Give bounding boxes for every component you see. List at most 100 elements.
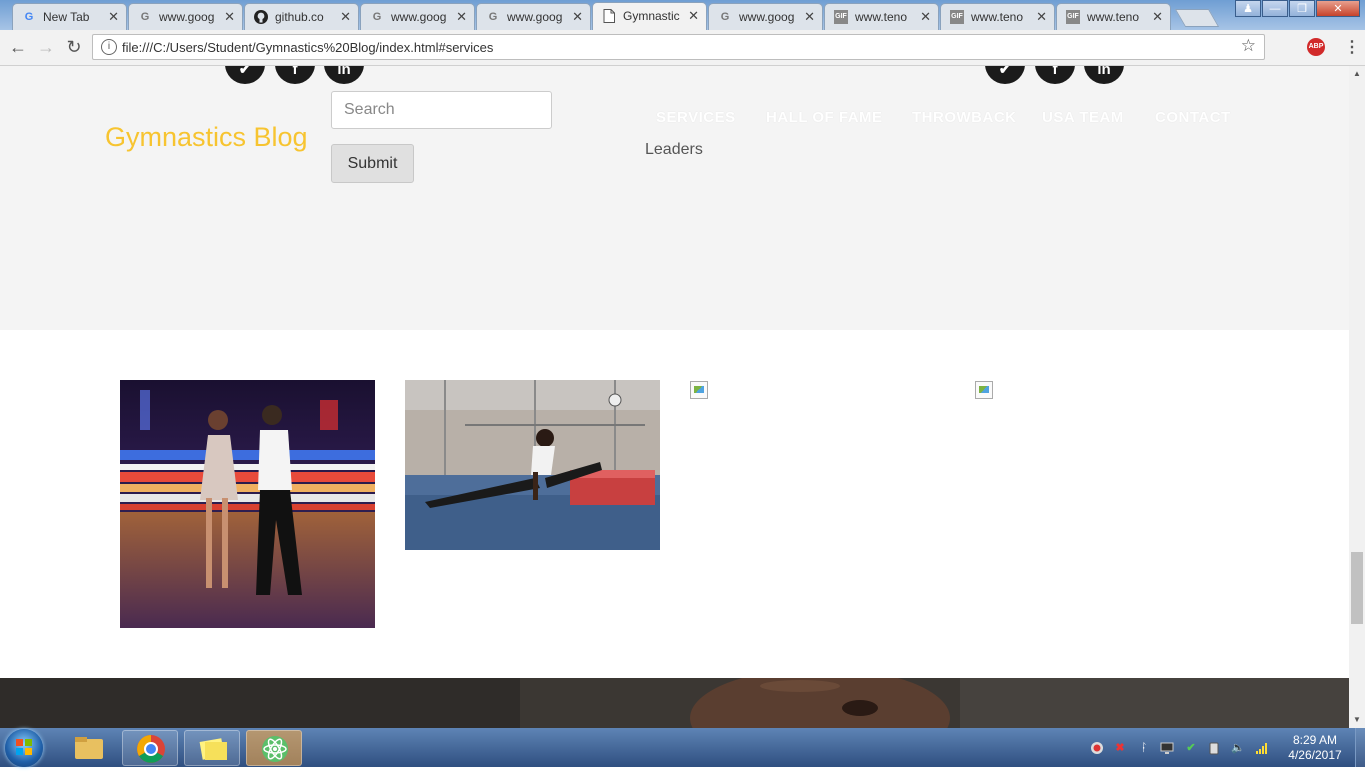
facebook-icon[interactable]: f [1035, 66, 1075, 84]
services-gallery [0, 330, 1349, 678]
bluetooth-icon[interactable]: ᛛ [1137, 741, 1151, 755]
usb-device-icon[interactable] [1207, 741, 1221, 755]
tab-title: github.co [275, 10, 324, 24]
monitor-icon[interactable] [1160, 741, 1174, 755]
close-tab-icon[interactable]: ✕ [108, 9, 119, 25]
facebook-icon[interactable]: f [275, 66, 315, 84]
tab-tenor-1[interactable]: GIF www.teno ✕ [824, 3, 939, 30]
google-icon: G [720, 11, 730, 23]
tab-google-1[interactable]: G www.goog ✕ [128, 3, 243, 30]
clock-date: 4/26/2017 [1288, 748, 1342, 762]
google-icon: G [24, 11, 34, 23]
info-icon[interactable]: i [101, 39, 117, 55]
linkedin-icon[interactable]: in [324, 66, 364, 84]
training-photo [405, 380, 660, 550]
nav-throwback[interactable]: THROWBACK [912, 109, 1016, 126]
google-icon: G [372, 11, 382, 23]
url-text[interactable]: file:///C:/Users/Student/Gymnastics%20Bl… [122, 40, 493, 55]
tab-title: www.goog [159, 10, 215, 24]
chrome-menu-icon[interactable]: ⋮ [1344, 37, 1360, 57]
google-icon: G [488, 11, 498, 23]
scroll-up-arrow-icon[interactable]: ▲ [1349, 66, 1365, 82]
forward-arrow-icon[interactable]: → [34, 36, 58, 58]
taskbar-atom[interactable] [246, 730, 302, 766]
tab-tenor-2[interactable]: GIF www.teno ✕ [940, 3, 1055, 30]
signal-icon[interactable] [1255, 741, 1269, 755]
taskbar-file-explorer[interactable] [60, 730, 116, 766]
twitter-icon[interactable]: ✔ [225, 66, 265, 84]
close-tab-icon[interactable]: ✕ [1152, 9, 1163, 25]
window-close-button[interactable]: ✕ [1316, 0, 1360, 17]
nav-leaders[interactable]: Leaders [645, 141, 703, 159]
close-tab-icon[interactable]: ✕ [456, 9, 467, 25]
dance-photo [120, 380, 375, 628]
address-bar[interactable]: i file:///C:/Users/Student/Gymnastics%20… [92, 34, 1265, 60]
nav-contact[interactable]: CONTACT [1155, 109, 1231, 126]
network-error-icon[interactable]: ✖ [1113, 741, 1127, 755]
window-controls: ♟ — ❐ ✕ [1234, 0, 1360, 17]
tab-google-3[interactable]: G www.goog ✕ [476, 3, 591, 30]
close-tab-icon[interactable]: ✕ [1036, 9, 1047, 25]
record-icon[interactable] [1090, 741, 1104, 755]
vertical-scrollbar[interactable]: ▲ ▼ [1349, 66, 1365, 728]
new-tab-button[interactable] [1174, 9, 1220, 27]
windows-taskbar: ✖ ᛛ ✔ 🔈 8:29 AM 4/26/2017 [0, 728, 1365, 767]
start-button[interactable] [5, 729, 43, 767]
restore-button[interactable]: ❐ [1289, 0, 1315, 17]
tab-strip: G New Tab ✕ G www.goog ✕ github.co ✕ G w… [0, 0, 1365, 30]
minimize-button[interactable]: — [1262, 0, 1288, 17]
github-icon [254, 10, 268, 24]
broken-image-icon [690, 381, 708, 399]
tab-google-2[interactable]: G www.goog ✕ [360, 3, 475, 30]
banner-image [0, 678, 1349, 728]
nav-usa-team[interactable]: USA TEAM [1042, 109, 1124, 126]
tab-gymnastics-active[interactable]: Gymnastic ✕ [592, 2, 707, 30]
tab-title: www.teno [1087, 10, 1140, 24]
nav-hall-of-fame[interactable]: HALL OF FAME [766, 109, 883, 126]
google-icon: G [140, 11, 150, 23]
volume-icon[interactable]: 🔈 [1231, 741, 1245, 755]
system-clock[interactable]: 8:29 AM 4/26/2017 [1283, 733, 1347, 763]
nav-services[interactable]: SERVICES [656, 109, 736, 126]
close-tab-icon[interactable]: ✕ [920, 9, 931, 25]
tab-new-tab[interactable]: G New Tab ✕ [12, 3, 127, 30]
clock-time: 8:29 AM [1292, 733, 1338, 747]
gif-icon: GIF [1066, 10, 1080, 24]
twitter-icon[interactable]: ✔ [985, 66, 1025, 84]
back-arrow-icon[interactable]: ← [6, 36, 30, 58]
tab-title: www.goog [391, 10, 447, 24]
close-tab-icon[interactable]: ✕ [572, 9, 583, 25]
close-tab-icon[interactable]: ✕ [224, 9, 235, 25]
check-icon[interactable]: ✔ [1184, 741, 1198, 755]
gif-icon: GIF [950, 10, 964, 24]
tab-title: www.goog [739, 10, 795, 24]
tab-title: www.teno [855, 10, 908, 24]
header-section: ✔ f in ✔ f in Gymnastics Blog Submit SER… [0, 66, 1349, 330]
scroll-thumb[interactable] [1351, 552, 1363, 624]
page-icon [602, 9, 616, 23]
scroll-down-arrow-icon[interactable]: ▼ [1349, 712, 1365, 728]
close-tab-icon[interactable]: ✕ [804, 9, 815, 25]
site-brand[interactable]: Gymnastics Blog [105, 122, 308, 153]
broken-image-icon [975, 381, 993, 399]
page-viewport: ✔ f in ✔ f in Gymnastics Blog Submit SER… [0, 66, 1349, 728]
tab-tenor-3[interactable]: GIF www.teno ✕ [1056, 3, 1171, 30]
taskbar-sticky-notes[interactable] [184, 730, 240, 766]
show-desktop-button[interactable] [1355, 728, 1365, 767]
tab-title: www.goog [507, 10, 563, 24]
windows-logo-icon [16, 739, 32, 755]
tab-github[interactable]: github.co ✕ [244, 3, 359, 30]
user-icon[interactable]: ♟ [1235, 0, 1261, 17]
search-input[interactable] [331, 91, 552, 129]
bookmark-star-icon[interactable]: ☆ [1241, 36, 1256, 56]
close-tab-icon[interactable]: ✕ [340, 9, 351, 25]
close-tab-icon[interactable]: ✕ [688, 8, 699, 24]
gif-icon: GIF [834, 10, 848, 24]
taskbar-chrome[interactable] [122, 730, 178, 766]
tab-google-4[interactable]: G www.goog ✕ [708, 3, 823, 30]
adblock-plus-icon[interactable]: ABP [1307, 38, 1325, 56]
submit-button[interactable]: Submit [331, 144, 414, 183]
linkedin-icon[interactable]: in [1084, 66, 1124, 84]
browser-toolbar: ← → ↻ i file:///C:/Users/Student/Gymnast… [0, 30, 1365, 66]
reload-icon[interactable]: ↻ [62, 36, 86, 58]
